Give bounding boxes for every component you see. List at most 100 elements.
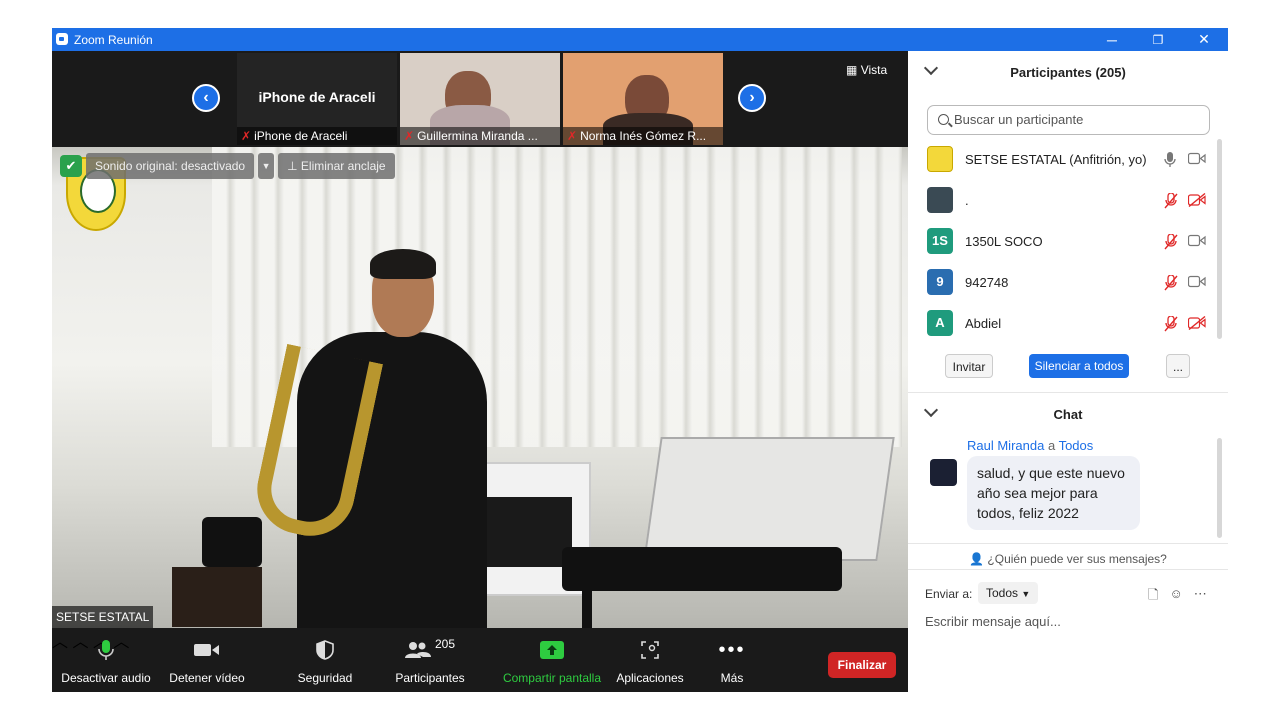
search-icon xyxy=(938,114,949,125)
participant-search-input[interactable] xyxy=(954,112,1204,127)
title-bar: Zoom Reunión ─ ❐ ✕ xyxy=(52,28,1228,51)
laptop xyxy=(643,437,895,561)
stop-video-button[interactable]: Detener vídeo xyxy=(165,628,249,692)
bag xyxy=(202,517,262,567)
participant-search[interactable] xyxy=(927,105,1210,135)
muted-microphone-icon xyxy=(1164,193,1178,209)
side-panel: Participantes (205) SETSE ESTATAL (Anfit… xyxy=(908,51,1228,692)
video-overlay-controls: ✔ Sonido original: desactivado ▼ ⊥ Elimi… xyxy=(60,153,395,179)
chat-sender-line: Raul Miranda a Todos xyxy=(967,438,1094,453)
unpin-button[interactable]: ⊥ Eliminar anclaje xyxy=(278,153,395,179)
chevron-down-icon: ▼ xyxy=(1021,589,1031,599)
keyboard-stand xyxy=(562,547,842,591)
muted-mic-icon: ✗ xyxy=(404,129,415,143)
video-camera-icon xyxy=(1188,275,1206,288)
apps-button[interactable]: Aplicaciones xyxy=(614,628,686,692)
pin-icon: ⊥ xyxy=(287,159,301,173)
person-icon: 👤 xyxy=(969,552,985,566)
original-sound-button[interactable]: Sonido original: desactivado xyxy=(86,153,255,179)
participants-button[interactable]: 205 Participantes xyxy=(390,628,470,692)
participant-avatar xyxy=(927,187,953,213)
grid-icon: ▦ xyxy=(846,63,858,77)
participant-row[interactable]: 1S 1350L SOCO xyxy=(908,221,1218,262)
thumbnail-label: ✗ Guillermina Miranda ... xyxy=(400,127,560,145)
chat-header: Chat xyxy=(908,393,1228,433)
video-camera-icon xyxy=(1188,234,1206,247)
zoom-window: Zoom Reunión ─ ❐ ✕ ‹ iPhone de Araceli ✗… xyxy=(52,28,1228,692)
more-dots-icon: ••• xyxy=(718,638,746,661)
chat-tools: 🗋 ☺ ⋯ xyxy=(1148,586,1207,608)
file-icon[interactable]: 🗋 xyxy=(1148,586,1158,608)
chat-scrollbar[interactable] xyxy=(1217,438,1222,538)
participants-count: 205 xyxy=(434,637,456,651)
participants-icon xyxy=(404,642,431,658)
apps-icon xyxy=(641,641,659,659)
restore-button[interactable]: ❐ xyxy=(1135,28,1181,51)
original-sound-caret-icon[interactable]: ▼ xyxy=(258,153,275,179)
mute-all-button[interactable]: Silenciar a todos xyxy=(1029,354,1129,378)
video-camera-icon xyxy=(194,644,219,656)
musician-hair xyxy=(370,249,436,279)
chat-message-input[interactable] xyxy=(925,614,1215,629)
keyboard-stand-leg xyxy=(582,587,592,628)
mute-audio-button[interactable]: Desactivar audio xyxy=(60,628,152,692)
participant-row[interactable]: . xyxy=(908,180,1218,221)
thumbnail-center-name: iPhone de Araceli xyxy=(258,89,376,105)
chair xyxy=(172,567,262,627)
encryption-shield-icon[interactable]: ✔ xyxy=(60,155,82,177)
send-to-label: Enviar a: xyxy=(925,587,973,601)
next-page-arrow-icon[interactable]: › xyxy=(738,84,766,112)
main-video: ✔ Sonido original: desactivado ▼ ⊥ Elimi… xyxy=(52,147,908,628)
prev-page-arrow-icon[interactable]: ‹ xyxy=(192,84,220,112)
thumbnail-label: ✗ iPhone de Araceli xyxy=(237,127,397,145)
security-button[interactable]: Seguridad xyxy=(292,628,358,692)
invite-button[interactable]: Invitar xyxy=(945,354,993,378)
window-title: Zoom Reunión xyxy=(74,33,153,47)
thumbnail-guillermina[interactable]: ✗ Guillermina Miranda ... xyxy=(400,53,560,145)
microphone-icon xyxy=(98,640,114,660)
more-button[interactable]: ••• Más xyxy=(708,628,756,692)
microphone-icon xyxy=(1164,152,1176,167)
close-button[interactable]: ✕ xyxy=(1181,28,1227,51)
video-off-icon xyxy=(1188,193,1206,207)
video-camera-icon xyxy=(1188,152,1206,165)
share-screen-icon xyxy=(540,641,564,659)
muted-microphone-icon xyxy=(1164,316,1178,332)
participant-avatar xyxy=(927,146,953,172)
muted-mic-icon: ✗ xyxy=(567,129,578,143)
emoji-icon[interactable]: ☺ xyxy=(1169,586,1182,608)
who-can-see-link[interactable]: 👤 ¿Quién puede ver sus mensajes? xyxy=(908,552,1228,566)
thumbnail-norma[interactable]: ✗ Norma Inés Gómez R... xyxy=(563,53,723,145)
shield-icon xyxy=(316,640,334,660)
panel-divider xyxy=(908,569,1228,570)
participant-row[interactable]: 9 942748 xyxy=(908,262,1218,303)
gallery-strip: ‹ iPhone de Araceli ✗ iPhone de Araceli ✗… xyxy=(52,51,908,147)
muted-microphone-icon xyxy=(1164,275,1178,291)
panel-divider xyxy=(908,543,1228,544)
thumbnail-iphone-araceli[interactable]: iPhone de Araceli ✗ iPhone de Araceli xyxy=(237,53,397,145)
participant-avatar: A xyxy=(927,310,953,336)
participant-row[interactable]: SETSE ESTATAL (Anfitrión, yo) xyxy=(908,139,1218,180)
chat-more-icon[interactable]: ⋯ xyxy=(1194,586,1207,608)
participant-row[interactable]: A Abdiel xyxy=(908,303,1218,344)
chat-sender[interactable]: Raul Miranda xyxy=(967,438,1044,453)
chat-message: salud, y que este nuevo año sea mejor pa… xyxy=(967,456,1140,530)
speaker-name-tag: SETSE ESTATAL xyxy=(52,606,154,628)
view-button[interactable]: ▦ Vista xyxy=(846,63,887,77)
participants-header: Participantes (205) xyxy=(908,51,1228,91)
video-off-icon xyxy=(1188,316,1206,330)
share-screen-button[interactable]: Compartir pantalla xyxy=(500,628,604,692)
meeting-toolbar: Desactivar audio ︿ Detener vídeo ︿ Segur… xyxy=(52,628,908,692)
zoom-app-icon xyxy=(56,33,68,45)
muted-mic-icon: ✗ xyxy=(241,129,252,143)
send-to-dropdown[interactable]: Todos ▼ xyxy=(978,582,1039,604)
chat-recipient[interactable]: Todos xyxy=(1059,438,1094,453)
participants-scrollbar[interactable] xyxy=(1217,139,1222,339)
chat-avatar xyxy=(930,459,957,486)
participants-more-button[interactable]: ... xyxy=(1166,354,1190,378)
minimize-button[interactable]: ─ xyxy=(1089,28,1135,51)
meeting-area: ‹ iPhone de Araceli ✗ iPhone de Araceli ✗… xyxy=(52,51,908,692)
thumbnail-label: ✗ Norma Inés Gómez R... xyxy=(563,127,723,145)
end-meeting-button[interactable]: Finalizar xyxy=(828,652,896,678)
participant-avatar: 9 xyxy=(927,269,953,295)
